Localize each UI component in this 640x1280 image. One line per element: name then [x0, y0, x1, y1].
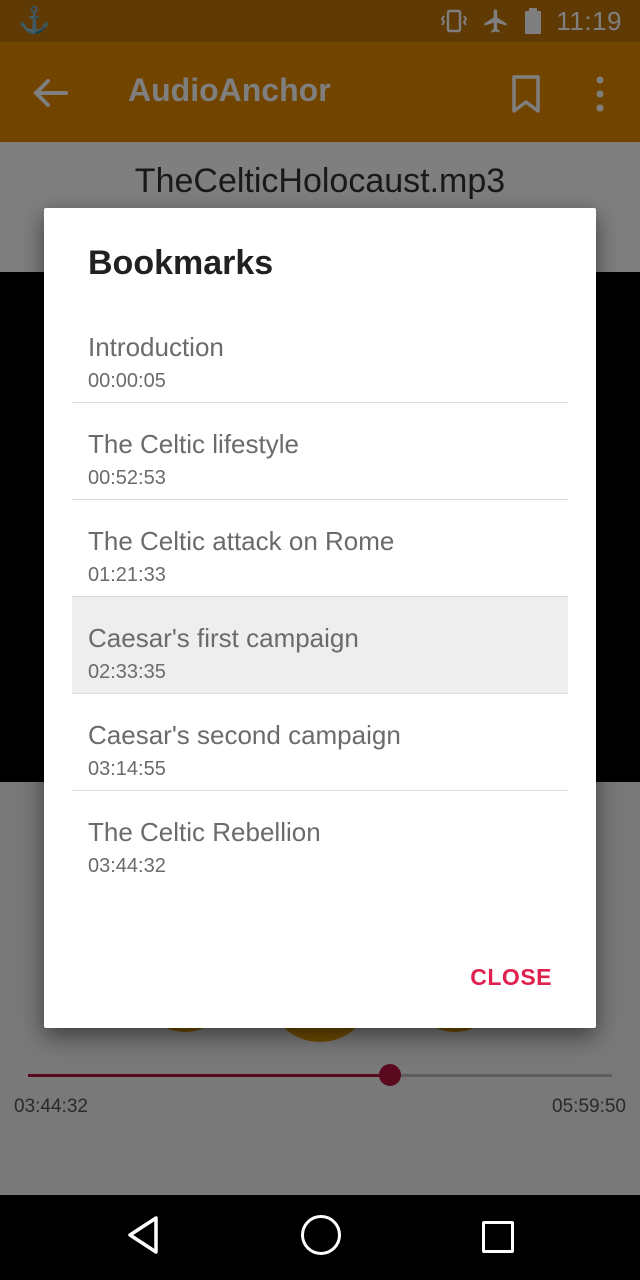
- bookmark-item[interactable]: The Celtic Rebellion 03:44:32: [72, 791, 568, 888]
- bookmark-time: 02:33:35: [88, 661, 166, 683]
- bookmark-item[interactable]: Caesar's second campaign 03:14:55: [72, 694, 568, 791]
- bookmark-name: The Celtic Rebellion: [88, 817, 321, 847]
- bookmark-time: 00:00:05: [88, 370, 166, 392]
- close-button[interactable]: CLOSE: [470, 964, 552, 991]
- bookmark-item[interactable]: Introduction 00:00:05: [72, 306, 568, 403]
- bookmark-name: The Celtic lifestyle: [88, 429, 299, 459]
- dialog-title: Bookmarks: [88, 244, 274, 282]
- bookmark-item[interactable]: The Celtic lifestyle 00:52:53: [72, 403, 568, 500]
- nav-back-icon[interactable]: [125, 1215, 161, 1255]
- nav-recents-icon[interactable]: [482, 1221, 514, 1253]
- navigation-bar: [0, 1195, 640, 1280]
- bookmark-item[interactable]: The Celtic attack on Rome 01:21:33: [72, 500, 568, 597]
- bookmark-time: 03:14:55: [88, 758, 166, 780]
- bookmark-name: Introduction: [88, 332, 224, 362]
- nav-home-icon[interactable]: [301, 1215, 341, 1255]
- bookmark-time: 01:21:33: [88, 564, 166, 586]
- bookmark-name: The Celtic attack on Rome: [88, 526, 395, 556]
- bookmarks-list: Introduction 00:00:05 The Celtic lifesty…: [72, 306, 568, 888]
- bookmark-name: Caesar's second campaign: [88, 720, 401, 750]
- bookmark-name: Caesar's first campaign: [88, 623, 359, 653]
- bookmarks-dialog: Bookmarks Introduction 00:00:05 The Celt…: [44, 208, 596, 1028]
- bookmark-item[interactable]: Caesar's first campaign 02:33:35: [72, 597, 568, 694]
- bookmark-time: 00:52:53: [88, 467, 166, 489]
- bookmark-time: 03:44:32: [88, 855, 166, 877]
